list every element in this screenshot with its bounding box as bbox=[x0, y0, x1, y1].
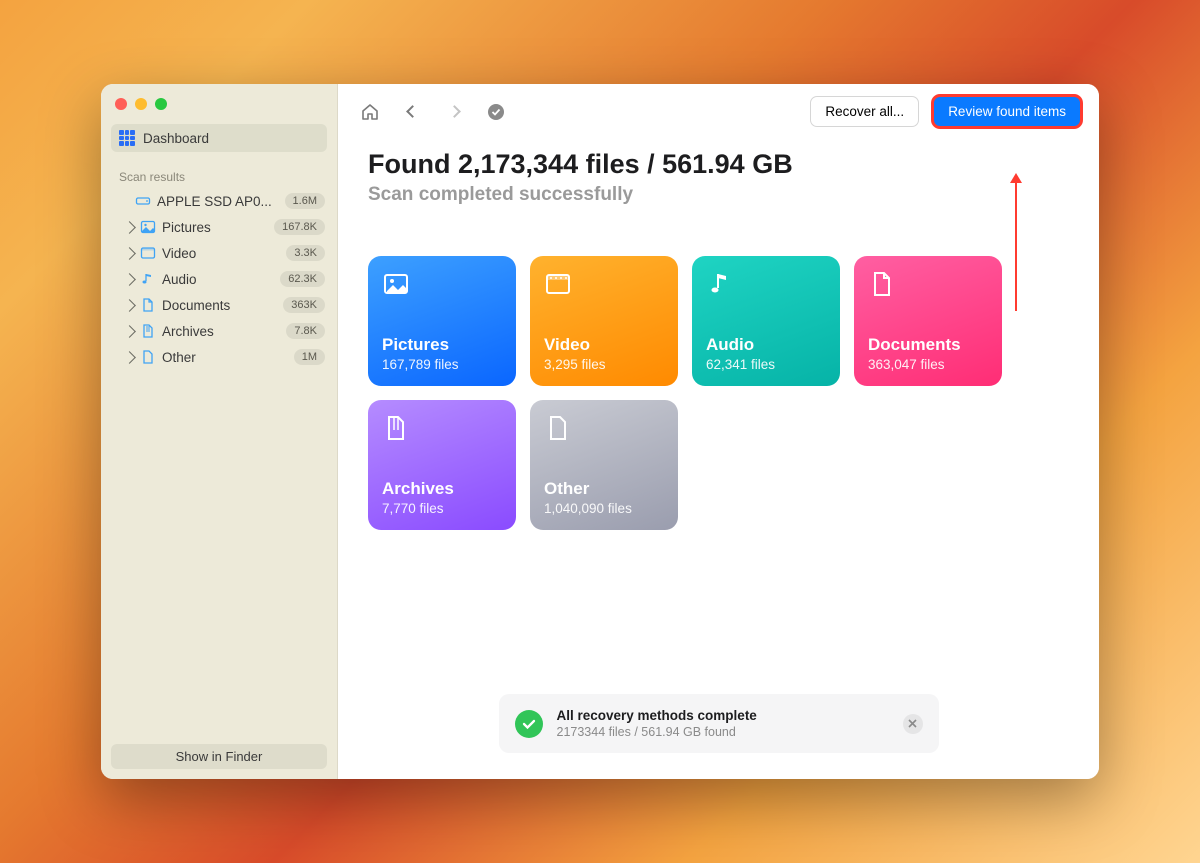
tree-item-label: Video bbox=[162, 246, 196, 261]
file-icon bbox=[544, 414, 572, 442]
status-text: All recovery methods complete 2173344 fi… bbox=[557, 708, 757, 739]
content-area: Found 2,173,344 files / 561.94 GB Scan c… bbox=[338, 139, 1099, 779]
card-video[interactable]: Video 3,295 files bbox=[530, 256, 678, 386]
card-other[interactable]: Other 1,040,090 files bbox=[530, 400, 678, 530]
audio-icon bbox=[706, 270, 734, 298]
sidebar-item-drive[interactable]: APPLE SSD AP0... 1.6M bbox=[101, 188, 337, 214]
document-icon bbox=[140, 297, 156, 313]
picture-icon bbox=[382, 270, 410, 298]
main-panel: Recover all... Review found items Found … bbox=[338, 84, 1099, 779]
count-badge: 62.3K bbox=[280, 271, 325, 287]
minimize-window-button[interactable] bbox=[135, 98, 147, 110]
page-subtitle: Scan completed successfully bbox=[368, 184, 1069, 206]
document-icon bbox=[868, 270, 896, 298]
count-badge: 363K bbox=[283, 297, 325, 313]
count-badge: 167.8K bbox=[274, 219, 325, 235]
page-title: Found 2,173,344 files / 561.94 GB bbox=[368, 149, 1069, 180]
file-icon bbox=[140, 349, 156, 365]
maximize-window-button[interactable] bbox=[155, 98, 167, 110]
review-found-items-button[interactable]: Review found items bbox=[933, 96, 1081, 127]
sidebar-item-documents[interactable]: Documents 363K bbox=[101, 292, 337, 318]
sidebar-item-dashboard[interactable]: Dashboard bbox=[111, 124, 327, 152]
category-cards: Pictures 167,789 files Video 3,295 files… bbox=[368, 256, 1069, 530]
card-subtitle: 167,789 files bbox=[382, 357, 502, 372]
status-detail: 2173344 files / 561.94 GB found bbox=[557, 725, 757, 739]
dashboard-icon bbox=[119, 130, 135, 146]
sidebar-item-archives[interactable]: Archives 7.8K bbox=[101, 318, 337, 344]
tree-item-label: Archives bbox=[162, 324, 214, 339]
card-audio[interactable]: Audio 62,341 files bbox=[692, 256, 840, 386]
archive-icon bbox=[382, 414, 410, 442]
card-title: Video bbox=[544, 335, 664, 355]
count-badge: 1M bbox=[294, 349, 325, 365]
toolbar: Recover all... Review found items bbox=[338, 84, 1099, 139]
chevron-right-icon bbox=[123, 351, 136, 364]
audio-icon bbox=[140, 271, 156, 287]
section-label-scan-results: Scan results bbox=[101, 156, 337, 188]
sidebar-footer: Show in Finder bbox=[101, 734, 337, 779]
chevron-right-icon bbox=[123, 299, 136, 312]
card-title: Documents bbox=[868, 335, 988, 355]
status-check-button[interactable] bbox=[482, 100, 510, 124]
window-controls bbox=[101, 84, 337, 120]
chevron-right-icon bbox=[123, 247, 136, 260]
sidebar-item-pictures[interactable]: Pictures 167.8K bbox=[101, 214, 337, 240]
close-icon[interactable] bbox=[903, 714, 923, 734]
card-pictures[interactable]: Pictures 167,789 files bbox=[368, 256, 516, 386]
sidebar-item-audio[interactable]: Audio 62.3K bbox=[101, 266, 337, 292]
count-badge: 1.6M bbox=[285, 193, 325, 209]
card-title: Archives bbox=[382, 479, 502, 499]
sidebar-item-other[interactable]: Other 1M bbox=[101, 344, 337, 370]
count-badge: 3.3K bbox=[286, 245, 325, 261]
sidebar-item-video[interactable]: Video 3.3K bbox=[101, 240, 337, 266]
tree-item-label: APPLE SSD AP0... bbox=[157, 194, 272, 209]
app-window: Dashboard Scan results APPLE SSD AP0... … bbox=[101, 84, 1099, 779]
status-banner: All recovery methods complete 2173344 fi… bbox=[499, 694, 939, 753]
sidebar-item-label: Dashboard bbox=[143, 131, 209, 146]
annotation-arrow bbox=[1015, 175, 1017, 311]
show-in-finder-button[interactable]: Show in Finder bbox=[111, 744, 327, 769]
close-window-button[interactable] bbox=[115, 98, 127, 110]
card-subtitle: 62,341 files bbox=[706, 357, 826, 372]
tree-item-label: Audio bbox=[162, 272, 197, 287]
card-subtitle: 1,040,090 files bbox=[544, 501, 664, 516]
card-subtitle: 7,770 files bbox=[382, 501, 502, 516]
status-title: All recovery methods complete bbox=[557, 708, 757, 723]
card-title: Other bbox=[544, 479, 664, 499]
archive-icon bbox=[140, 323, 156, 339]
home-button[interactable] bbox=[356, 100, 384, 124]
card-title: Pictures bbox=[382, 335, 502, 355]
tree-item-label: Documents bbox=[162, 298, 230, 313]
sidebar: Dashboard Scan results APPLE SSD AP0... … bbox=[101, 84, 338, 779]
card-documents[interactable]: Documents 363,047 files bbox=[854, 256, 1002, 386]
card-archives[interactable]: Archives 7,770 files bbox=[368, 400, 516, 530]
recover-all-button[interactable]: Recover all... bbox=[810, 96, 919, 127]
chevron-right-icon bbox=[123, 273, 136, 286]
video-icon bbox=[544, 270, 572, 298]
back-button[interactable] bbox=[398, 100, 426, 124]
card-title: Audio bbox=[706, 335, 826, 355]
forward-button[interactable] bbox=[440, 100, 468, 124]
chevron-right-icon bbox=[123, 221, 136, 234]
tree-item-label: Other bbox=[162, 350, 196, 365]
check-circle-icon bbox=[515, 710, 543, 738]
video-icon bbox=[140, 245, 156, 261]
card-subtitle: 3,295 files bbox=[544, 357, 664, 372]
chevron-right-icon bbox=[123, 325, 136, 338]
drive-icon bbox=[135, 193, 151, 209]
count-badge: 7.8K bbox=[286, 323, 325, 339]
picture-icon bbox=[140, 219, 156, 235]
tree-item-label: Pictures bbox=[162, 220, 211, 235]
card-subtitle: 363,047 files bbox=[868, 357, 988, 372]
